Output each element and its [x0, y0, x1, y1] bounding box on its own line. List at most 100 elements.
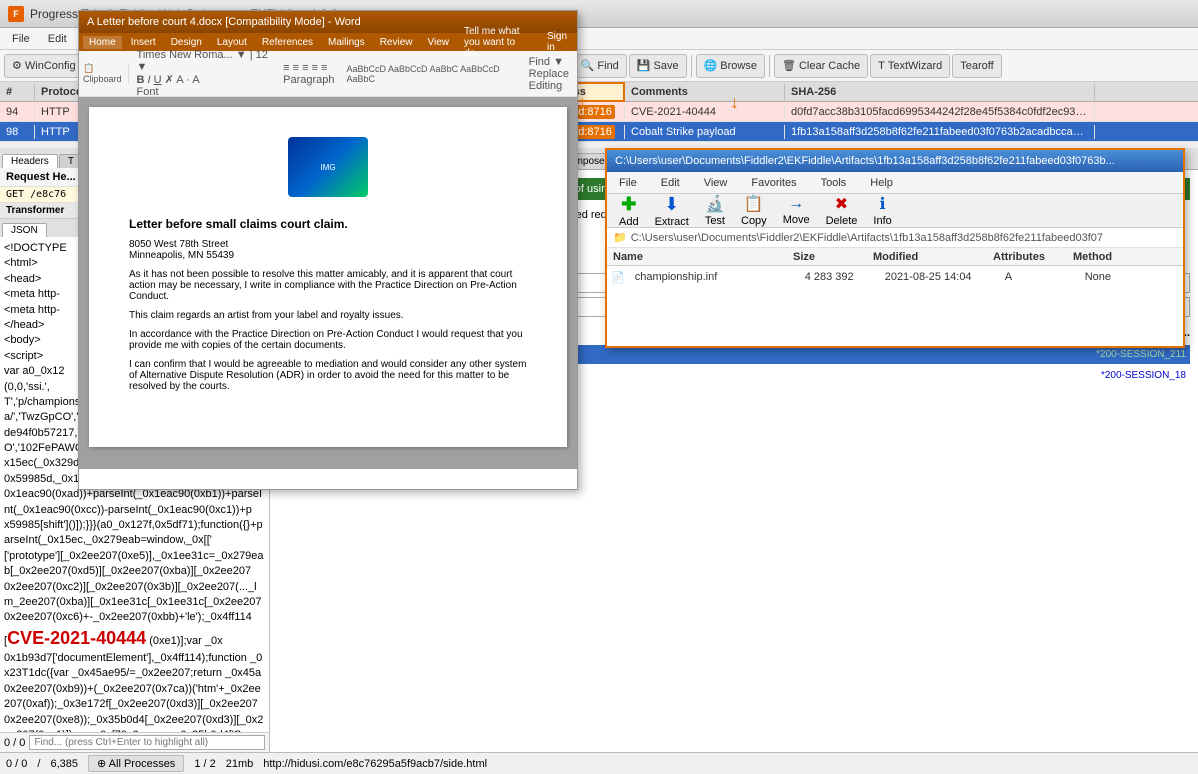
find-button[interactable]: 🔍 Find — [573, 54, 627, 78]
col-header-comments: Comments — [625, 84, 785, 100]
word-tab-mailings[interactable]: Mailings — [322, 36, 371, 49]
fm-info-button[interactable]: ℹ Info — [869, 192, 895, 229]
fm-move-button[interactable]: → Move — [779, 193, 814, 228]
arrow-down-2: ↓ — [730, 92, 739, 113]
letter-title: Letter before small claims court claim. — [129, 217, 527, 231]
copy-icon: 📋 — [744, 194, 764, 214]
tab-headers[interactable]: Headers — [2, 154, 58, 168]
delete-icon: ✖ — [835, 194, 848, 214]
word-tab-home[interactable]: Home — [83, 36, 122, 49]
fm-delete-button[interactable]: ✖ Delete — [822, 192, 862, 229]
find-icon: 🔍 — [581, 59, 595, 72]
browse-button[interactable]: 🌐 Browse — [696, 54, 765, 78]
file-method: None — [1079, 270, 1117, 284]
word-content-area: IMG Letter before small claims court cla… — [79, 97, 577, 469]
cell-comments: CVE-2021-40444 — [625, 105, 785, 119]
winconfig-icon: ⚙ — [12, 59, 22, 72]
file-icon: 📄 — [611, 271, 625, 284]
file-manager-path: 📁 C:\Users\user\Documents\Fiddler2\EKFid… — [607, 228, 1183, 248]
file-manager-title: C:\Users\user\Documents\Fiddler2\EKFiddl… — [607, 150, 1183, 172]
letter-body-2: This claim regards an artist from your l… — [129, 310, 527, 321]
status-url: http://hidusi.com/e8c76295a5f9acb7/side.… — [263, 758, 487, 770]
code-line: x59985[shift']()]);}}}(a0_0x127f,0x5df71… — [4, 518, 265, 549]
cell-num: 98 — [0, 125, 35, 139]
col-header-num: # — [0, 84, 35, 100]
toolbar-sep-6 — [769, 55, 770, 77]
fm-menu-favorites[interactable]: Favorites — [743, 175, 804, 191]
fm-copy-button[interactable]: 📋 Copy — [737, 192, 771, 229]
word-tab-view[interactable]: View — [422, 36, 456, 49]
fm-test-button[interactable]: 🔬 Test — [701, 192, 729, 229]
winconfig-button[interactable]: ⚙ WinConfig — [4, 54, 84, 78]
col-attributes: Attributes — [987, 250, 1067, 264]
tab-json[interactable]: JSON — [2, 223, 47, 237]
cell-num: 94 — [0, 105, 35, 119]
word-header-img: IMG — [129, 137, 527, 197]
word-clipboard: 📋 Clipboard — [83, 63, 129, 84]
word-document-window: A Letter before court 4.docx [Compatibil… — [78, 10, 578, 490]
code-line: 0x1b93d7['documentElement'],_0x4ff114);f… — [4, 651, 265, 682]
word-tab-review[interactable]: Review — [374, 36, 419, 49]
fm-menu-tools[interactable]: Tools — [813, 175, 855, 191]
word-paragraph: ≡ ≡ ≡ ≡ ≡ Paragraph — [279, 62, 338, 86]
file-manager-toolbar: ✚ Add ⬇ Extract 🔬 Test 📋 Copy → Move ✖ D… — [607, 194, 1183, 228]
status-memory: 21mb — [226, 758, 254, 770]
extract-icon: ⬇ — [664, 194, 679, 215]
menu-edit[interactable]: Edit — [40, 31, 75, 47]
code-line-cve: 0x2ee207(0xc6)+-_0x2ee207(0xbb)+'le');_0… — [4, 610, 265, 651]
letter-body-3: In accordance with the Practice Directio… — [129, 329, 527, 351]
word-tab-design[interactable]: Design — [165, 36, 208, 49]
word-font: Times New Roma... ▼ | 12 ▼ B I U ✗ A · A… — [133, 49, 276, 98]
cell-comments: Cobalt Strike payload — [625, 125, 785, 139]
word-styles: AaBbCcD AaBbCcD AaBbC AaBbCcD AaBbC — [343, 64, 521, 84]
path-text: C:\Users\user\Documents\Fiddler2\EKFiddl… — [631, 232, 1103, 244]
text-wizard-button[interactable]: T TextWizard — [870, 54, 950, 78]
fm-extract-button[interactable]: ⬇ Extract — [651, 192, 693, 230]
file-attributes: A — [999, 270, 1079, 284]
code-line: ['prototype'][_0x2ee207(0xe5)],_0x1ee31c… — [4, 549, 265, 580]
letter-address: 8050 West 78th StreetMinneapolis, MN 554… — [129, 239, 527, 261]
folder-icon: 📁 — [613, 231, 627, 244]
fm-menu-file[interactable]: File — [611, 175, 645, 191]
col-name: Name — [607, 250, 787, 264]
code-line: 0x2ee207(0xc2)][_0x2ee207(0x3b)][_0x2ee2… — [4, 580, 265, 611]
find-input[interactable] — [29, 735, 265, 750]
word-tab-references[interactable]: References — [256, 36, 319, 49]
add-icon: ✚ — [621, 194, 636, 215]
file-manager-title-text: C:\Users\user\Documents\Fiddler2\EKFiddl… — [615, 155, 1115, 167]
letter-body-4: I can confirm that I would be agreeable … — [129, 359, 527, 392]
find-position: 0 / 0 — [4, 737, 25, 749]
col-method: Method — [1067, 250, 1118, 264]
file-manager-window: C:\Users\user\Documents\Fiddler2\EKFiddl… — [605, 148, 1185, 348]
clear-cache-button[interactable]: 🗑 Clear Cache — [774, 54, 868, 78]
file-name: championship.inf — [629, 270, 799, 284]
tearoff-button[interactable]: Tearoff — [952, 54, 1001, 78]
save-button[interactable]: 💾 Save — [629, 54, 687, 78]
all-processes-text: All Processes — [109, 758, 176, 770]
all-processes-button[interactable]: ⊕ All Processes — [88, 755, 184, 772]
test-icon: 🔬 — [705, 194, 725, 214]
status-pagination: 1 / 2 — [194, 758, 215, 770]
find-bar: 0 / 0 — [0, 732, 269, 752]
file-modified: 2021-08-25 14:04 — [879, 270, 999, 284]
word-signin[interactable]: Sign in — [541, 30, 573, 54]
word-tab-insert[interactable]: Insert — [125, 36, 162, 49]
word-tab-layout[interactable]: Layout — [211, 36, 253, 49]
file-manager-menu: File Edit View Favorites Tools Help — [607, 172, 1183, 194]
file-size: 4 283 392 — [799, 270, 879, 284]
word-title: A Letter before court 4.docx [Compatibil… — [87, 16, 361, 28]
fm-menu-edit[interactable]: Edit — [653, 175, 688, 191]
fm-menu-help[interactable]: Help — [862, 175, 901, 191]
word-tab-tell[interactable]: Tell me what you want to do... — [458, 25, 538, 60]
file-row[interactable]: 📄 championship.inf 4 283 392 2021-08-25 … — [607, 266, 1183, 288]
fm-add-button[interactable]: ✚ Add — [615, 192, 643, 230]
status-position: 0 / 0 — [6, 758, 27, 770]
fm-menu-view[interactable]: View — [696, 175, 736, 191]
save-icon: 💾 — [637, 59, 651, 72]
col-modified: Modified — [867, 250, 987, 264]
app-icon: F — [8, 6, 24, 22]
letter-body-1: As it has not been possible to resolve t… — [129, 269, 527, 302]
all-processes-icon: ⊕ — [97, 758, 106, 770]
menu-file[interactable]: File — [4, 31, 38, 47]
status-total: 6,385 — [50, 758, 78, 770]
